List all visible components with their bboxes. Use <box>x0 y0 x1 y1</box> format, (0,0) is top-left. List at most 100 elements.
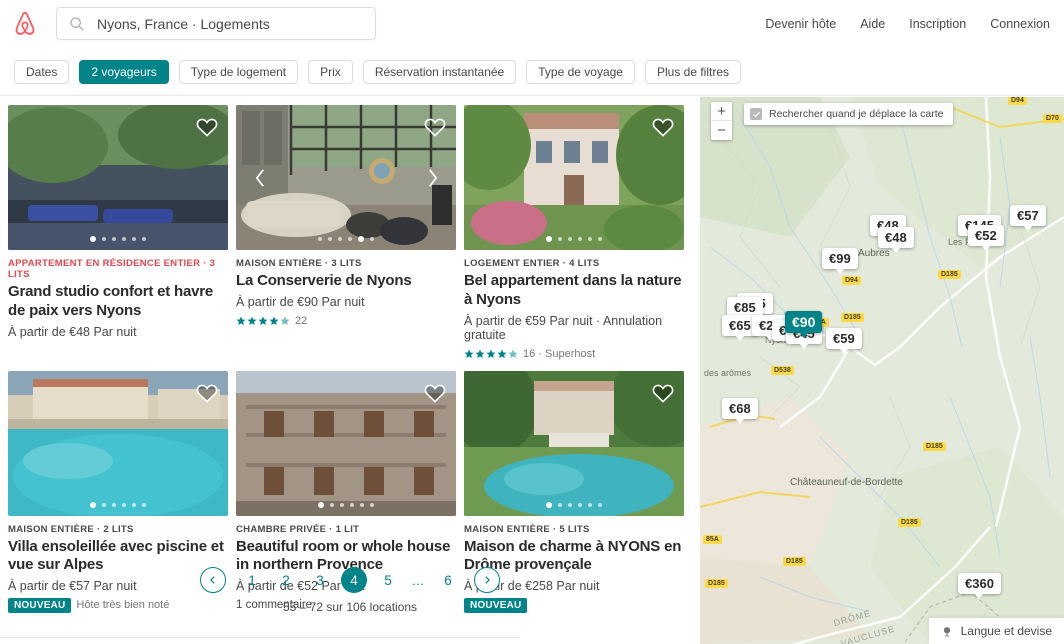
map-road-label: 85A <box>703 535 722 544</box>
carousel-dot[interactable] <box>558 237 562 241</box>
filter-guests[interactable]: 2 voyageurs <box>79 60 169 84</box>
listing-card[interactable]: APPARTEMENT EN RÉSIDENCE ENTIER · 3 LITS… <box>8 105 228 361</box>
filter-dates[interactable]: Dates <box>14 60 70 84</box>
filter-instant-book[interactable]: Réservation instantanée <box>362 60 517 84</box>
airbnb-logo[interactable] <box>10 9 40 39</box>
horizontal-scrollbar[interactable] <box>0 637 520 644</box>
nav-devenir-hote[interactable]: Devenir hôte <box>765 17 836 31</box>
carousel-dot[interactable] <box>578 237 582 241</box>
carousel-dot[interactable] <box>558 502 562 507</box>
carousel-dots <box>236 501 456 508</box>
map-price-marker[interactable]: €99 <box>822 248 858 274</box>
map-price-marker[interactable]: €57 <box>1010 205 1046 231</box>
listing-card[interactable]: LOGEMENT ENTIER · 4 LITS Bel appartement … <box>464 105 684 361</box>
map-price-marker[interactable]: €68 <box>722 398 758 424</box>
carousel-dot[interactable] <box>90 501 96 508</box>
carousel-dot[interactable] <box>598 502 602 507</box>
carousel-dot[interactable] <box>370 502 374 507</box>
listing-card[interactable]: MAISON ENTIÈRE · 3 LITS La Conserverie de… <box>236 105 456 361</box>
map-price-marker[interactable]: €52 <box>968 225 1004 251</box>
carousel-dot[interactable] <box>546 236 552 242</box>
map-panel[interactable]: + − Rechercher quand je déplace la carte… <box>700 97 1064 644</box>
listing-title[interactable]: La Conserverie de Nyons <box>236 272 456 291</box>
carousel-dot[interactable] <box>348 237 352 241</box>
star-icon <box>475 349 485 358</box>
page-4-current[interactable]: 4 <box>341 567 367 593</box>
page-1[interactable]: 1 <box>235 567 269 593</box>
carousel-dot[interactable] <box>328 237 332 241</box>
carousel-dot[interactable] <box>102 237 106 241</box>
page-3[interactable]: 3 <box>303 567 337 593</box>
nav-connexion[interactable]: Connexion <box>990 17 1050 31</box>
search-on-move-toggle[interactable]: Rechercher quand je déplace la carte <box>744 103 953 125</box>
prev-page-button[interactable] <box>200 567 226 593</box>
carousel-dot[interactable] <box>122 502 126 507</box>
carousel-prev-button[interactable] <box>249 165 271 191</box>
carousel-dot[interactable] <box>370 237 374 241</box>
listing-photo[interactable] <box>464 105 684 250</box>
search-icon <box>70 16 84 30</box>
listing-title[interactable]: Bel appartement dans la nature à Nyons <box>464 272 684 310</box>
map-price-marker[interactable]: €48 <box>878 227 914 253</box>
listing-photo[interactable] <box>8 105 228 250</box>
carousel-dot[interactable] <box>568 502 572 507</box>
carousel-dot[interactable] <box>330 502 334 507</box>
search-input[interactable]: Nyons, France · Logements <box>56 7 376 40</box>
filter-trip-type[interactable]: Type de voyage <box>526 60 635 84</box>
nav-aide[interactable]: Aide <box>860 17 885 31</box>
carousel-next-button[interactable] <box>421 165 443 191</box>
page-2[interactable]: 2 <box>269 567 303 593</box>
map-price-marker[interactable]: €59 <box>826 328 862 354</box>
carousel-dot[interactable] <box>142 502 146 507</box>
rating-row: 16 · Superhost <box>464 347 684 361</box>
carousel-dot[interactable] <box>358 236 364 242</box>
listing-photo[interactable] <box>464 370 684 516</box>
carousel-dot[interactable] <box>102 502 106 507</box>
favorite-heart-icon[interactable] <box>424 117 446 137</box>
listing-photo[interactable] <box>236 370 456 516</box>
favorite-heart-icon[interactable] <box>652 117 674 137</box>
carousel-dot[interactable] <box>122 237 126 241</box>
search-on-move-label: Rechercher quand je déplace la carte <box>769 108 944 120</box>
favorite-heart-icon[interactable] <box>196 383 218 403</box>
carousel-dot[interactable] <box>340 502 344 507</box>
carousel-dot[interactable] <box>318 237 322 241</box>
nav-inscription[interactable]: Inscription <box>909 17 966 31</box>
page-5[interactable]: 5 <box>371 567 405 593</box>
carousel-dots <box>464 501 684 508</box>
map-price-marker[interactable]: €360 <box>958 573 1001 599</box>
next-page-button[interactable] <box>474 567 500 593</box>
carousel-dot[interactable] <box>90 236 96 242</box>
carousel-dot[interactable] <box>360 502 364 507</box>
map-price-marker-selected[interactable]: €90 <box>785 311 823 338</box>
carousel-dot[interactable] <box>112 237 116 241</box>
language-currency-button[interactable]: Langue et devise <box>928 618 1064 644</box>
carousel-dot[interactable] <box>588 502 592 507</box>
filter-home-type[interactable]: Type de logement <box>178 60 299 84</box>
carousel-dot[interactable] <box>318 501 324 508</box>
filter-price[interactable]: Prix <box>308 60 353 84</box>
listing-photo-image <box>8 370 228 516</box>
map-road-label: D185 <box>841 313 864 322</box>
favorite-heart-icon[interactable] <box>424 383 446 403</box>
carousel-dot[interactable] <box>112 502 116 507</box>
carousel-dot[interactable] <box>588 237 592 241</box>
carousel-dot[interactable] <box>578 502 582 507</box>
favorite-heart-icon[interactable] <box>652 383 674 403</box>
listing-photo[interactable] <box>236 105 456 250</box>
carousel-dot[interactable] <box>546 501 552 508</box>
carousel-dot[interactable] <box>350 502 354 507</box>
listing-photo[interactable] <box>8 370 228 516</box>
favorite-heart-icon[interactable] <box>196 117 218 137</box>
listing-title[interactable]: Grand studio confort et havre de paix ve… <box>8 283 228 321</box>
carousel-dot[interactable] <box>568 237 572 241</box>
carousel-dot[interactable] <box>142 237 146 241</box>
map-zoom-out-button[interactable]: − <box>711 121 732 140</box>
map-zoom-in-button[interactable]: + <box>711 102 732 121</box>
carousel-dot[interactable] <box>338 237 342 241</box>
page-6[interactable]: 6 <box>431 567 465 593</box>
filter-more[interactable]: Plus de filtres <box>644 60 741 84</box>
carousel-dot[interactable] <box>132 237 136 241</box>
carousel-dot[interactable] <box>132 502 136 507</box>
carousel-dot[interactable] <box>598 237 602 241</box>
